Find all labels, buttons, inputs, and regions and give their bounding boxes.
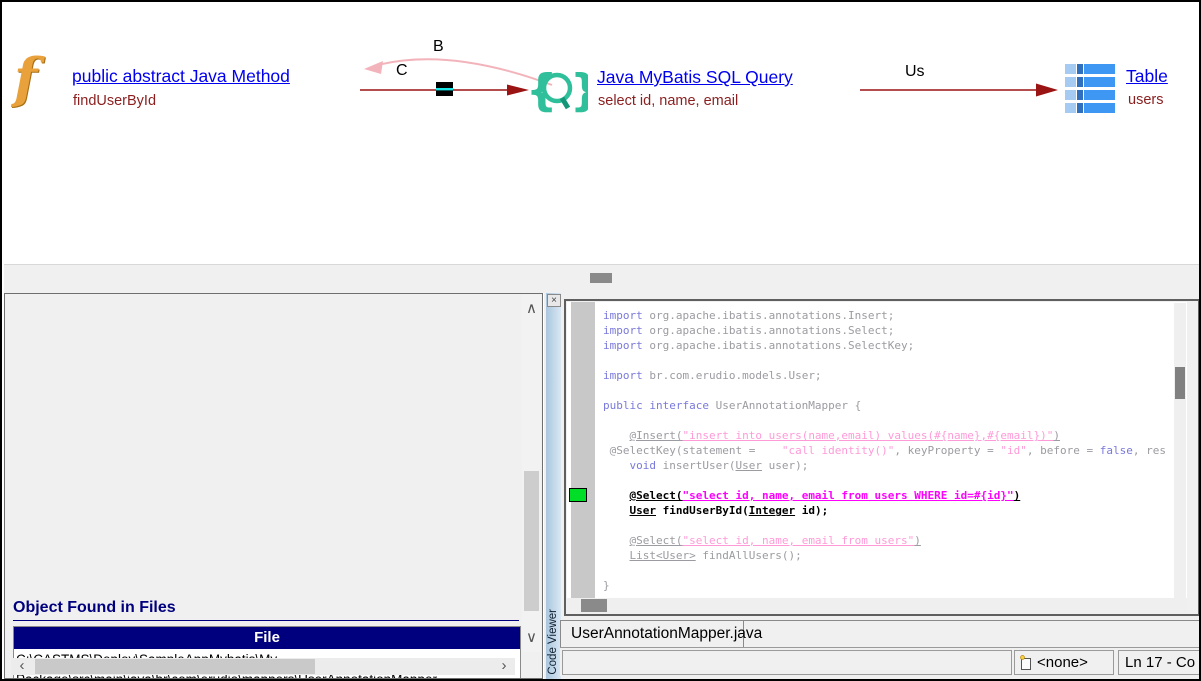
code-line[interactable] (603, 563, 1166, 578)
code-line[interactable] (603, 383, 1166, 398)
code-line[interactable]: import br.com.erudio.models.User; (603, 368, 1166, 383)
code-line[interactable]: void insertUser(User user); (603, 458, 1166, 473)
file-column-header: File (14, 627, 520, 649)
code-line[interactable]: @Insert("insert into users(name,email) v… (603, 428, 1166, 443)
diagram-edges (2, 2, 1199, 263)
code-viewer-panel: × Code Viewer import org.apache.ibatis.a… (544, 293, 1201, 679)
code-line[interactable] (603, 353, 1166, 368)
vertical-scroll-thumb[interactable] (524, 471, 539, 611)
left-panel-horizontal-scrollbar[interactable]: ‹ › (11, 658, 515, 675)
code-editor-frame: import org.apache.ibatis.annotations.Ins… (564, 299, 1200, 616)
splitter-grip[interactable] (590, 273, 612, 283)
sql-query-text: select id, name, email (598, 93, 738, 109)
dependency-diagram: f public abstract Java Method findUserBy… (2, 2, 1199, 263)
code-line[interactable] (603, 413, 1166, 428)
edge-us-arrowhead (1036, 84, 1058, 97)
close-icon[interactable]: × (547, 294, 561, 307)
code-lines[interactable]: import org.apache.ibatis.annotations.Ins… (603, 308, 1166, 593)
status-line-column: Ln 17 - Co (1118, 650, 1201, 675)
java-method-link[interactable]: public abstract Java Method (72, 66, 290, 87)
java-method-name: findUserById (73, 93, 156, 109)
code-vertical-scrollbar[interactable] (1174, 303, 1186, 598)
sql-query-link[interactable]: Java MyBatis SQL Query (597, 67, 793, 88)
files-section-rule (13, 620, 519, 621)
code-line[interactable]: import org.apache.ibatis.annotations.Ins… (603, 308, 1166, 323)
code-line[interactable]: } (603, 578, 1166, 593)
bookmark-icon (1019, 655, 1033, 671)
tab-strip-line (744, 620, 1201, 621)
scroll-left-arrow[interactable]: ‹ (13, 658, 31, 675)
edge-label-us: Us (905, 63, 925, 81)
code-vertical-scroll-thumb[interactable] (1175, 367, 1185, 399)
scroll-right-arrow[interactable]: › (495, 658, 513, 675)
code-viewer-side-strip[interactable]: × Code Viewer (546, 293, 561, 679)
code-horizontal-scroll-thumb[interactable] (581, 599, 607, 612)
code-line[interactable]: public interface UserAnnotationMapper { (603, 398, 1166, 413)
code-line[interactable]: @SelectKey(statement = "call identity()"… (603, 443, 1166, 458)
code-horizontal-scrollbar[interactable] (567, 598, 1187, 613)
code-line[interactable]: User findUserById(Integer id); (603, 503, 1166, 518)
code-line[interactable]: @Select("select id, name, email from use… (603, 488, 1166, 503)
code-line[interactable]: import org.apache.ibatis.annotations.Sel… (603, 338, 1166, 353)
horizontal-scroll-thumb[interactable] (35, 659, 315, 674)
tab-userannotationmapper-java[interactable]: UserAnnotationMapper.java (560, 620, 744, 650)
edge-c-marker-cyan-line (436, 88, 453, 90)
edge-label-c: C (396, 62, 408, 80)
tab-label: UserAnnotationMapper.java (561, 621, 743, 643)
code-line[interactable]: List<User> findAllUsers(); (603, 548, 1166, 563)
application-window: f public abstract Java Method findUserBy… (0, 0, 1201, 681)
code-viewer-vertical-label: Code Viewer (547, 609, 561, 675)
table-icon[interactable] (1065, 64, 1115, 116)
code-gutter[interactable] (571, 302, 595, 598)
files-section-heading: Object Found in Files (13, 599, 176, 617)
horizontal-splitter[interactable] (4, 264, 1201, 293)
status-cell-bookmark: <none> (1014, 650, 1114, 675)
scroll-up-arrow[interactable]: ∧ (522, 299, 541, 319)
edge-b-arrowhead (364, 61, 383, 74)
left-panel-vertical-scrollbar[interactable]: ∧ ∨ (522, 295, 541, 652)
edge-label-b: B (433, 38, 444, 56)
scroll-down-arrow[interactable]: ∨ (522, 628, 541, 648)
table-link[interactable]: Table (1126, 66, 1168, 87)
selected-object-marker-icon (569, 488, 587, 502)
code-editor[interactable]: import org.apache.ibatis.annotations.Ins… (567, 302, 1187, 598)
code-line[interactable] (603, 473, 1166, 488)
java-method-icon[interactable]: f (14, 50, 66, 110)
object-properties-panel: Object Found in Files File C:\CASTMS\Dep… (4, 293, 543, 679)
status-selection: <none> (1037, 654, 1088, 671)
code-line[interactable]: import org.apache.ibatis.annotations.Sel… (603, 323, 1166, 338)
table-name: users (1128, 92, 1163, 108)
code-line[interactable] (603, 518, 1166, 533)
status-bar: <none> Ln 17 - Co (560, 647, 1201, 676)
sql-query-icon[interactable]: { } (526, 66, 588, 116)
code-line[interactable]: @Select("select id, name, email from use… (603, 533, 1166, 548)
status-cell-empty (562, 650, 1012, 675)
svg-text:}: } (570, 66, 588, 116)
